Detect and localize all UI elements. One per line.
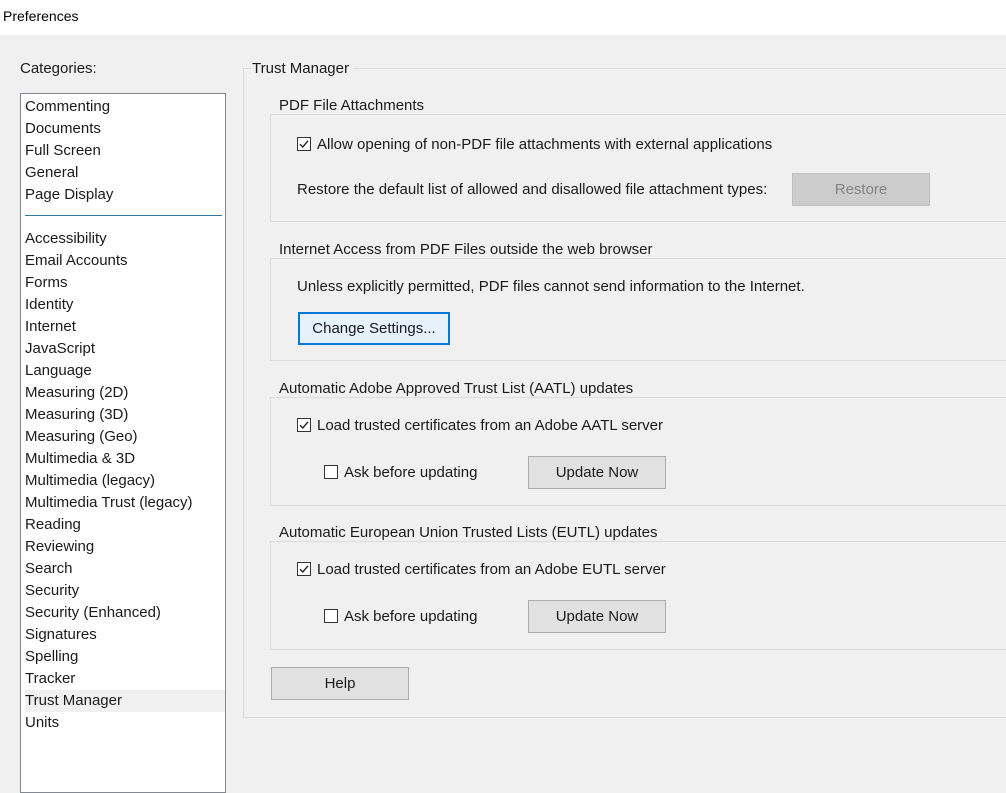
category-item[interactable]: Email Accounts xyxy=(25,250,225,272)
aatl-ask-checkbox[interactable] xyxy=(324,465,338,479)
internet-access-title: Internet Access from PDF Files outside t… xyxy=(279,241,657,258)
eutl-ask-label[interactable]: Ask before updating xyxy=(344,608,477,625)
aatl-ask-label[interactable]: Ask before updating xyxy=(344,464,477,481)
category-item[interactable]: Multimedia (legacy) xyxy=(25,470,225,492)
category-item[interactable]: Reviewing xyxy=(25,536,225,558)
checkmark-icon xyxy=(299,140,309,149)
category-item[interactable]: Language xyxy=(25,360,225,382)
allow-attachments-checkbox[interactable] xyxy=(297,137,311,151)
aatl-load-checkbox[interactable] xyxy=(297,418,311,432)
category-item[interactable]: Security xyxy=(25,580,225,602)
categories-list[interactable]: Commenting Documents Full Screen General Pag… xyxy=(20,93,226,793)
attachments-title: PDF File Attachments xyxy=(279,97,429,114)
category-item[interactable]: Full Screen xyxy=(25,140,225,162)
category-item[interactable]: Reading xyxy=(25,514,225,536)
category-item[interactable]: Forms xyxy=(25,272,225,294)
eutl-update-now-button[interactable]: Update Now xyxy=(528,600,666,633)
category-item[interactable]: Commenting xyxy=(25,96,225,118)
category-item[interactable]: Documents xyxy=(25,118,225,140)
checkmark-icon xyxy=(299,421,309,430)
category-item[interactable]: Identity xyxy=(25,294,225,316)
categories-separator xyxy=(25,215,222,216)
category-item[interactable]: Spelling xyxy=(25,646,225,668)
internet-access-group xyxy=(270,258,1006,361)
allow-attachments-label[interactable]: Allow opening of non-PDF file attachment… xyxy=(317,136,772,153)
category-item[interactable]: Trust Manager xyxy=(25,690,225,712)
window-title: Preferences xyxy=(3,8,79,24)
restore-button[interactable]: Restore xyxy=(792,173,930,206)
trust-manager-title: Trust Manager xyxy=(252,60,353,77)
category-item[interactable]: Search xyxy=(25,558,225,580)
help-button[interactable]: Help xyxy=(271,667,409,700)
restore-description: Restore the default list of allowed and … xyxy=(297,181,768,198)
eutl-load-label[interactable]: Load trusted certificates from an Adobe … xyxy=(317,561,666,578)
category-item[interactable]: Multimedia Trust (legacy) xyxy=(25,492,225,514)
category-item[interactable]: Signatures xyxy=(25,624,225,646)
category-item[interactable]: General xyxy=(25,162,225,184)
title-bar: Preferences xyxy=(0,0,1006,35)
aatl-load-label[interactable]: Load trusted certificates from an Adobe … xyxy=(317,417,663,434)
categories-label: Categories: xyxy=(20,60,97,77)
category-item[interactable]: Page Display xyxy=(25,184,225,206)
category-item[interactable]: Internet xyxy=(25,316,225,338)
checkmark-icon xyxy=(299,565,309,574)
eutl-group xyxy=(270,541,1006,650)
change-settings-button[interactable]: Change Settings... xyxy=(298,312,450,345)
category-item[interactable]: Multimedia & 3D xyxy=(25,448,225,470)
category-item[interactable]: Measuring (2D) xyxy=(25,382,225,404)
internet-access-info: Unless explicitly permitted, PDF files c… xyxy=(297,278,805,295)
aatl-group xyxy=(270,397,1006,506)
category-item[interactable]: JavaScript xyxy=(25,338,225,360)
aatl-update-now-button[interactable]: Update Now xyxy=(528,456,666,489)
category-item[interactable]: Units xyxy=(25,712,225,734)
category-item[interactable]: Security (Enhanced) xyxy=(25,602,225,624)
category-item[interactable]: Measuring (Geo) xyxy=(25,426,225,448)
category-item[interactable]: Measuring (3D) xyxy=(25,404,225,426)
eutl-title: Automatic European Union Trusted Lists (… xyxy=(279,524,662,541)
aatl-title: Automatic Adobe Approved Trust List (AAT… xyxy=(279,380,638,397)
category-item[interactable]: Tracker xyxy=(25,668,225,690)
eutl-ask-checkbox[interactable] xyxy=(324,609,338,623)
eutl-load-checkbox[interactable] xyxy=(297,562,311,576)
category-item[interactable]: Accessibility xyxy=(25,228,225,250)
